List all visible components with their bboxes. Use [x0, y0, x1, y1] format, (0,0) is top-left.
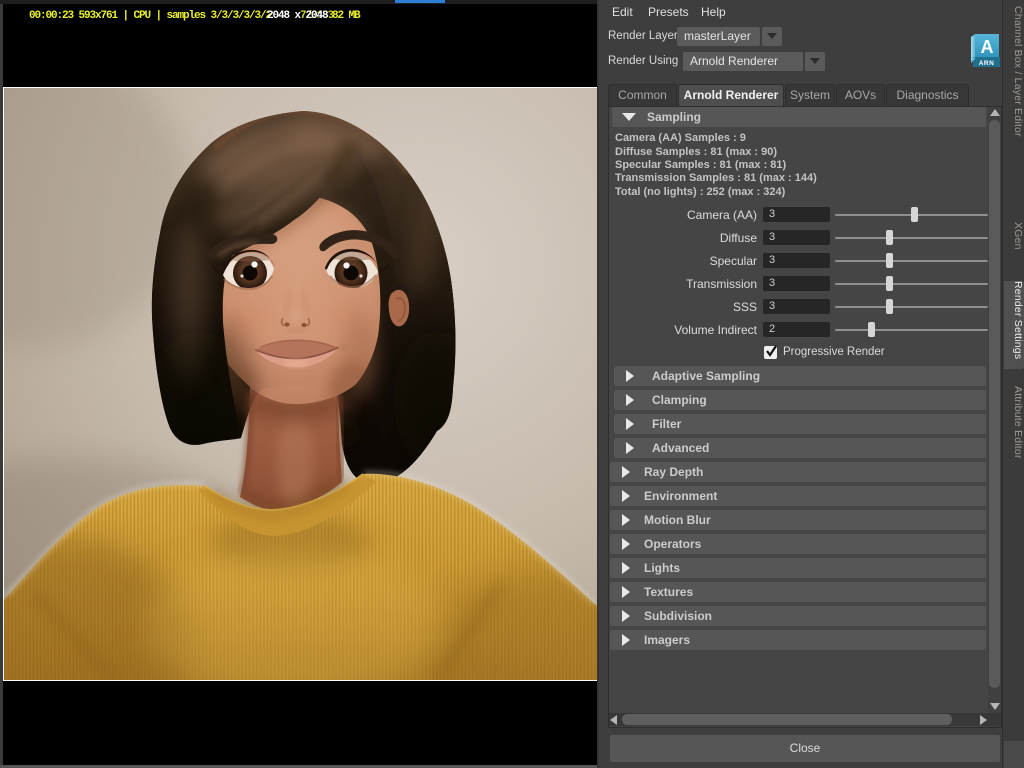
svg-text:A: A	[981, 37, 994, 57]
svg-text:ARN: ARN	[979, 60, 995, 67]
